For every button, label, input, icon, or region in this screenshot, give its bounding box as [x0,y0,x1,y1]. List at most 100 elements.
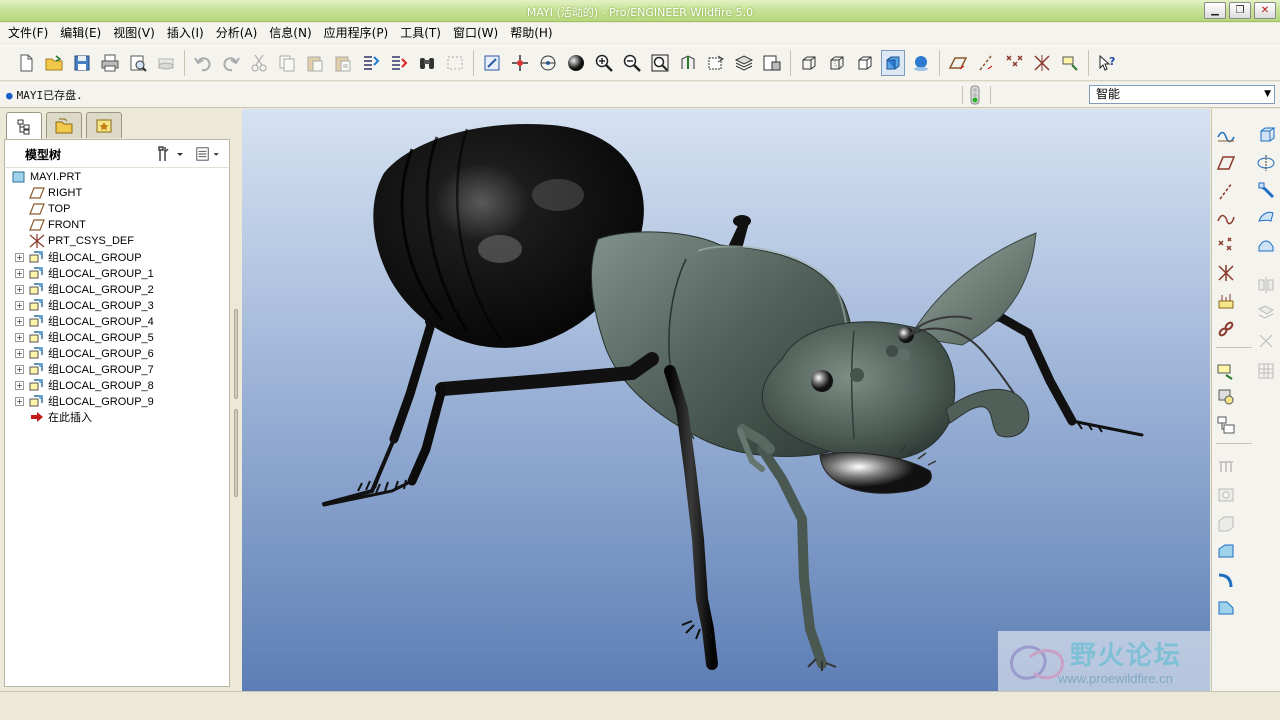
cut-icon[interactable] [247,50,271,76]
tree-node-datum-top[interactable]: TOP [29,201,70,217]
find-binoculars-icon[interactable] [415,50,439,76]
tree-node-datum-right[interactable]: RIGHT [29,185,82,201]
regen-manager-icon[interactable] [387,50,411,76]
undo-icon[interactable] [191,50,215,76]
tree-node-group[interactable]: 组LOCAL_GROUP_1 [29,265,154,281]
shell-icon[interactable] [1214,511,1238,535]
hidden-line-icon[interactable] [825,50,849,76]
tree-show-button[interactable] [195,144,225,164]
hole-icon[interactable] [1214,483,1238,507]
zoom-in-icon[interactable] [592,50,616,76]
family-table-icon[interactable] [1214,413,1238,437]
copy-icon[interactable] [275,50,299,76]
extrude-icon[interactable] [1254,123,1278,147]
grid-icon[interactable] [1254,359,1278,383]
restore-button[interactable]: ❐ [1229,2,1251,19]
mirror-icon[interactable] [1254,273,1278,297]
menu-info[interactable]: 信息(N) [263,23,317,44]
selection-filter-select[interactable]: 智能 ▼ [1089,85,1275,104]
print-icon[interactable] [98,50,122,76]
menu-analysis[interactable]: 分析(A) [210,23,264,44]
spin-center-icon[interactable] [508,50,532,76]
expand-toggle-icon[interactable]: + [15,285,24,294]
plane-icon[interactable] [1214,151,1238,175]
ant-model[interactable] [242,109,1210,691]
redo-icon[interactable] [219,50,243,76]
chain-icon[interactable] [1214,317,1238,341]
boundary-blend-icon[interactable] [1254,233,1278,257]
tree-node-root[interactable]: MAYI.PRT [11,169,81,185]
menu-view[interactable]: 视图(V) [107,23,161,44]
menu-window[interactable]: 窗口(W) [447,23,504,44]
tree-settings-button[interactable] [155,144,185,164]
expand-toggle-icon[interactable]: + [15,269,24,278]
regen-status-light-icon[interactable] [968,84,982,106]
tree-node-csys[interactable]: PRT_CSYS_DEF [29,233,134,249]
tab-model-tree[interactable] [6,112,42,140]
tree-node-group[interactable]: 组LOCAL_GROUP [29,249,142,265]
curve-icon[interactable] [1214,205,1238,229]
tree-node-group[interactable]: 组LOCAL_GROUP_5 [29,329,154,345]
tree-node-group[interactable]: 组LOCAL_GROUP_2 [29,281,154,297]
merge-icon[interactable] [1254,301,1278,325]
pattern-icon[interactable] [1214,455,1238,479]
layers-icon[interactable] [732,50,756,76]
trim-icon[interactable] [1254,329,1278,353]
select-box-icon[interactable] [443,50,467,76]
orient-mode-icon[interactable] [536,50,560,76]
splitter-grip[interactable] [234,409,238,497]
expand-toggle-icon[interactable]: + [15,333,24,342]
no-hidden-icon[interactable] [853,50,877,76]
refit-icon[interactable] [648,50,672,76]
close-button[interactable]: ✕ [1254,2,1276,19]
csys-icon[interactable] [1214,261,1238,285]
print-preview-icon[interactable] [126,50,150,76]
context-help-icon[interactable]: ? [1095,50,1119,76]
repaint-icon[interactable] [480,50,504,76]
splitter-grip[interactable] [234,309,238,399]
tab-folder-browser[interactable] [46,112,82,138]
save-icon[interactable] [70,50,94,76]
sweep-icon[interactable] [1254,179,1278,203]
reorient-icon[interactable] [676,50,700,76]
saved-views-icon[interactable] [704,50,728,76]
panel-splitter[interactable] [233,309,239,499]
datum-plane-display-icon[interactable] [946,50,970,76]
tree-node-group[interactable]: 组LOCAL_GROUP_9 [29,393,154,409]
regenerate-icon[interactable] [359,50,383,76]
graphics-window[interactable]: 野火论坛 www.proewildfire.cn [242,109,1210,691]
new-file-icon[interactable] [14,50,38,76]
view-manager-icon[interactable] [760,50,784,76]
expand-toggle-icon[interactable]: + [15,381,24,390]
annotation-feature-icon[interactable] [1214,359,1238,383]
mail-icon[interactable] [154,50,178,76]
open-folder-icon[interactable] [42,50,66,76]
menu-edit[interactable]: 编辑(E) [54,23,107,44]
shading-icon[interactable] [881,50,905,76]
sketch-icon[interactable] [1214,123,1238,147]
appearance-sphere-icon[interactable] [564,50,588,76]
csys-display-icon[interactable] [1030,50,1054,76]
expand-toggle-icon[interactable]: + [15,365,24,374]
blend-icon[interactable] [1254,205,1278,229]
expand-toggle-icon[interactable]: + [15,317,24,326]
menu-tools[interactable]: 工具(T) [394,23,447,44]
datum-axis-display-icon[interactable] [974,50,998,76]
rib-icon[interactable] [1214,539,1238,563]
round-icon[interactable] [1214,567,1238,591]
expand-toggle-icon[interactable]: + [15,301,24,310]
tree-node-group[interactable]: 组LOCAL_GROUP_4 [29,313,154,329]
paste-special-icon[interactable] [331,50,355,76]
menu-insert[interactable]: 插入(I) [161,23,210,44]
expand-toggle-icon[interactable]: + [15,397,24,406]
axis-icon[interactable] [1214,179,1238,203]
tree-node-group[interactable]: 组LOCAL_GROUP_3 [29,297,154,313]
minimize-button[interactable]: ▁ [1204,2,1226,19]
tree-node-group[interactable]: 组LOCAL_GROUP_8 [29,377,154,393]
datum-point-icon[interactable] [1214,233,1238,257]
revolve-icon[interactable] [1254,151,1278,175]
tab-favorites[interactable] [86,112,122,138]
wireframe-icon[interactable] [797,50,821,76]
zoom-out-icon[interactable] [620,50,644,76]
datum-point-display-icon[interactable] [1002,50,1026,76]
